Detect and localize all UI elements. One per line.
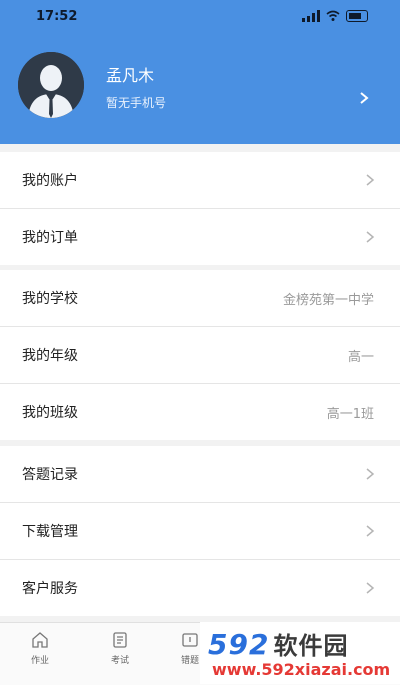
tab-label: 考试 bbox=[110, 656, 129, 666]
chevron-right-icon[interactable] bbox=[356, 90, 372, 106]
tab-label: 错题 bbox=[180, 656, 199, 666]
school-value: 金榜苑第一中学 bbox=[282, 292, 374, 308]
user-silhouette-icon bbox=[18, 52, 84, 118]
menu-item-my-orders[interactable]: 我的订单 bbox=[0, 209, 400, 265]
chevron-right-icon bbox=[366, 174, 375, 186]
menu-item-label: 我的账户 bbox=[22, 173, 78, 189]
user-phone: 暂无手机号 bbox=[106, 96, 167, 110]
wifi-icon bbox=[326, 10, 340, 21]
status-icons bbox=[302, 10, 368, 22]
watermark-brand: 592 软件园 bbox=[208, 626, 348, 661]
menu-group-school: 我的学校 金榜苑第一中学 我的年级 高一 我的班级 高一1班 bbox=[0, 270, 400, 440]
user-name: 孟凡木 bbox=[106, 66, 155, 85]
menu-item-my-school[interactable]: 我的学校 金榜苑第一中学 bbox=[0, 270, 400, 327]
menu-item-label: 我的学校 bbox=[22, 291, 78, 307]
battery-icon bbox=[346, 10, 368, 22]
menu-item-my-class[interactable]: 我的班级 高一1班 bbox=[0, 384, 400, 440]
menu-item-download-manager[interactable]: 下载管理 bbox=[0, 503, 400, 560]
status-time: 17:52 bbox=[36, 9, 78, 24]
watermark-brand-text: 软件园 bbox=[273, 632, 349, 660]
menu-item-customer-service[interactable]: 客户服务 bbox=[0, 560, 400, 616]
chevron-right-icon bbox=[366, 468, 375, 480]
tab-homework[interactable]: 作业 bbox=[0, 631, 80, 666]
watermark-brand-digits: 592 bbox=[208, 628, 270, 661]
site-watermark: 592 软件园 www.592xiazai.com bbox=[200, 622, 400, 684]
home-icon bbox=[32, 632, 48, 648]
grade-value: 高一 bbox=[347, 349, 374, 365]
menu-item-label: 我的年级 bbox=[22, 348, 78, 364]
menu-item-label: 客户服务 bbox=[22, 581, 78, 597]
menu-item-label: 我的班级 bbox=[22, 405, 78, 421]
menu-item-my-grade[interactable]: 我的年级 高一 bbox=[0, 327, 400, 384]
signal-icon bbox=[302, 10, 320, 22]
menu-item-label: 下载管理 bbox=[22, 524, 78, 540]
menu-item-answer-records[interactable]: 答题记录 bbox=[0, 446, 400, 503]
avatar[interactable] bbox=[18, 52, 84, 118]
menu-item-label: 答题记录 bbox=[22, 467, 78, 483]
exam-icon bbox=[113, 632, 127, 648]
chevron-right-icon bbox=[366, 231, 375, 243]
tab-label: 作业 bbox=[30, 656, 49, 666]
menu-group-tools: 答题记录 下载管理 客户服务 bbox=[0, 446, 400, 616]
profile-header[interactable]: 孟凡木 暂无手机号 bbox=[0, 34, 400, 144]
menu-item-label: 我的订单 bbox=[22, 230, 78, 246]
class-value: 高一1班 bbox=[326, 406, 374, 422]
status-bar: 17:52 bbox=[0, 0, 400, 34]
menu-item-my-account[interactable]: 我的账户 bbox=[0, 152, 400, 209]
tab-exam[interactable]: 考试 bbox=[80, 631, 160, 666]
chevron-right-icon bbox=[366, 525, 375, 537]
menu-group-account: 我的账户 我的订单 bbox=[0, 152, 400, 265]
chevron-right-icon bbox=[366, 582, 375, 594]
watermark-url: www.592xiazai.com bbox=[212, 660, 391, 679]
wrong-question-icon bbox=[182, 633, 198, 647]
